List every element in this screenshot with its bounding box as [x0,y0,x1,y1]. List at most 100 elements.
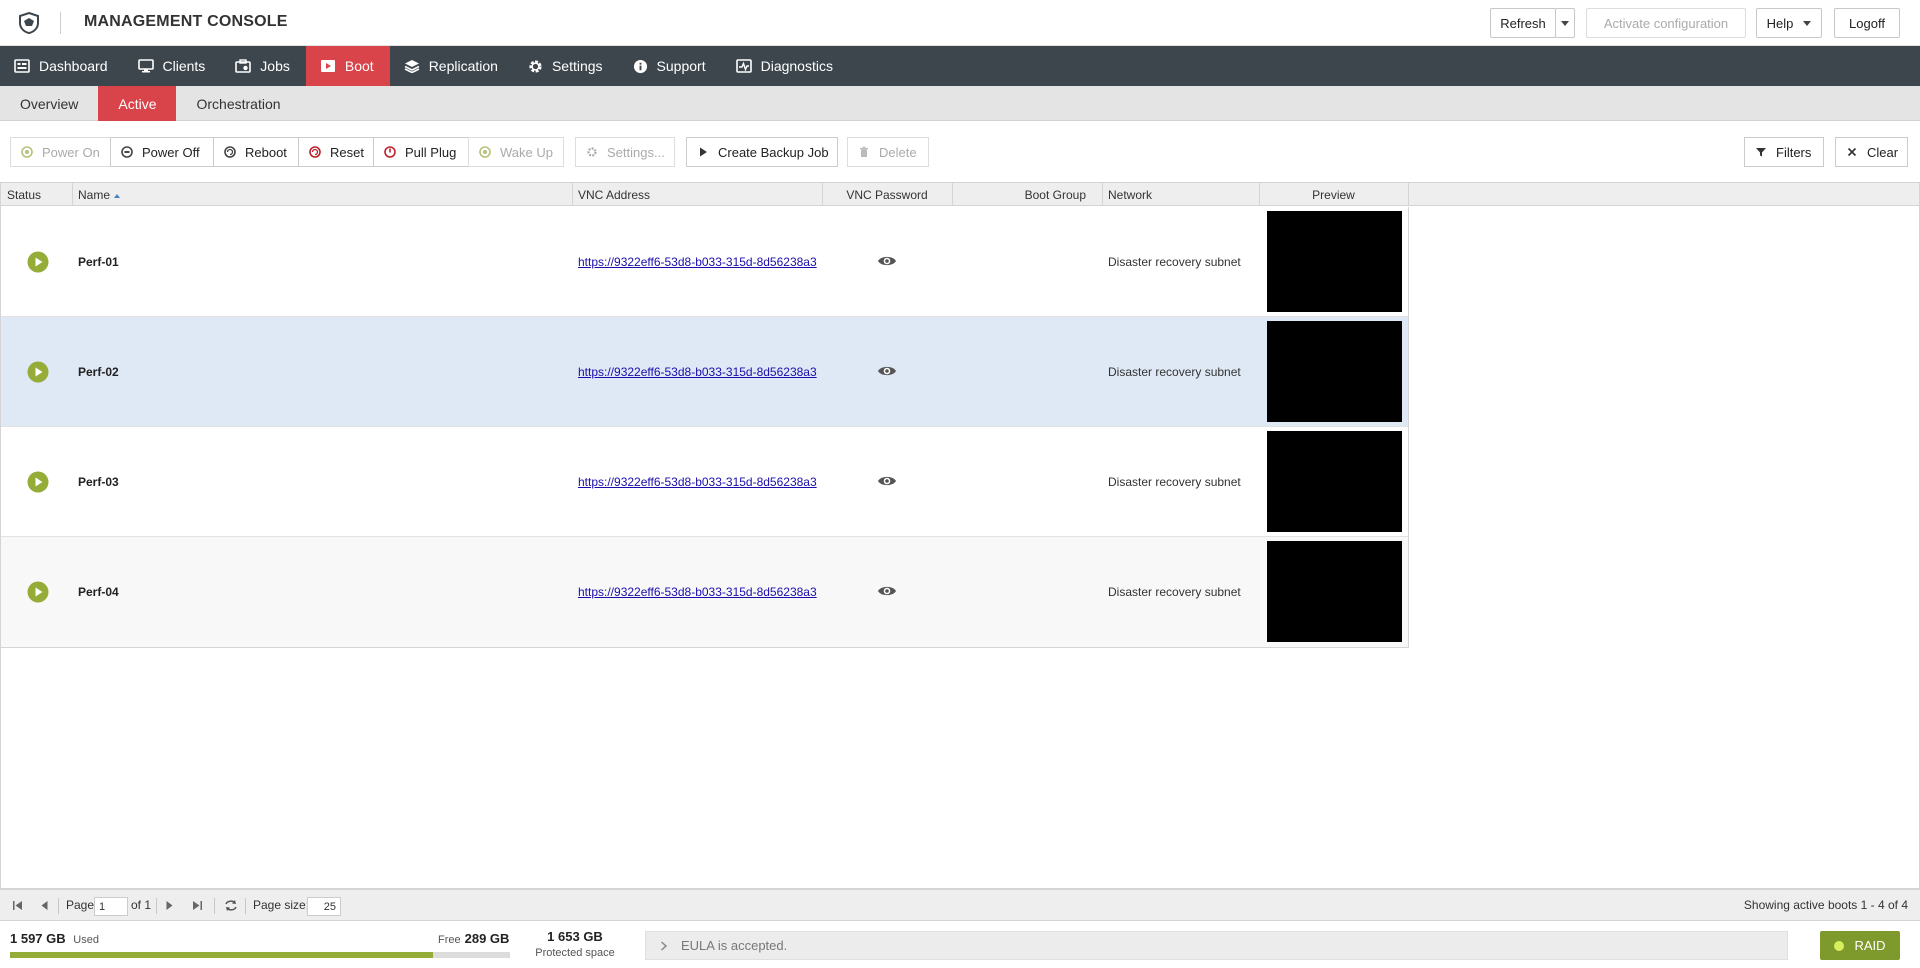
column-header-preview[interactable]: Preview [1259,183,1409,206]
table-row[interactable]: Perf-02 https://9322eff6-53d8-b033-315d-… [1,317,1408,427]
clear-button[interactable]: Clear [1835,137,1908,167]
nav-item-support[interactable]: Support [619,46,722,86]
shield-logo-icon [19,12,39,34]
column-label: Network [1108,188,1153,202]
eye-icon[interactable] [877,253,897,269]
nav-item-diagnostics[interactable]: Diagnostics [722,46,849,86]
column-header-vnc-address[interactable]: VNC Address [572,183,823,206]
storage-usage-bar [10,952,510,958]
vm-preview-thumbnail[interactable] [1267,211,1402,312]
tab-label: Active [118,95,157,112]
nav-item-settings[interactable]: Settings [514,46,619,86]
pull-plug-button[interactable]: Pull Plug [373,137,469,167]
eula-text: EULA is accepted. [681,938,788,953]
row-network: Disaster recovery subnet [1108,585,1241,599]
vnc-address-link[interactable]: https://9322eff6-53d8-b033-315d-8d56238a… [578,365,818,379]
chevron-down-icon [1561,20,1569,26]
protected-space: 1 653 GB Protected space [520,929,630,959]
boot-icon [320,60,335,72]
plug-icon [384,146,396,158]
first-page-icon[interactable] [12,900,23,911]
protected-space-value: 1 653 GB [547,929,603,944]
raid-status-dot-icon [1834,940,1845,951]
eula-status-bar[interactable]: EULA is accepted. [645,931,1788,960]
eye-icon[interactable] [877,473,897,489]
main-nav: Dashboard Clients Jobs Boot Replication … [0,46,1920,86]
create-backup-job-button[interactable]: Create Backup Job [686,137,838,167]
reboot-button[interactable]: Reboot [213,137,299,167]
eye-icon[interactable] [877,583,897,599]
raid-label: RAID [1854,938,1886,953]
close-icon [1847,147,1857,157]
reset-button[interactable]: Reset [298,137,374,167]
trash-icon [860,146,868,157]
table-row[interactable]: Perf-03 https://9322eff6-53d8-b033-315d-… [1,427,1408,537]
table-row[interactable]: Perf-01 https://9322eff6-53d8-b033-315d-… [1,207,1408,317]
power-on-button[interactable]: Power On [10,137,111,167]
vnc-address-link[interactable]: https://9322eff6-53d8-b033-315d-8d56238a… [578,255,818,269]
tab-overview[interactable]: Overview [0,86,98,121]
page-number-input[interactable] [94,897,128,916]
column-header-network[interactable]: Network [1102,183,1260,206]
nav-item-label: Replication [428,58,498,74]
page-label: Page [66,898,95,912]
power-off-button[interactable]: Power Off [110,137,214,167]
tab-active[interactable]: Active [98,86,177,121]
vm-preview-thumbnail[interactable] [1267,541,1402,642]
reset-label: Reset [330,144,364,160]
refresh-icon[interactable] [224,899,238,912]
previous-page-icon[interactable] [40,900,49,911]
vm-preview-thumbnail[interactable] [1267,321,1402,422]
row-network: Disaster recovery subnet [1108,255,1241,269]
nav-item-jobs[interactable]: Jobs [221,46,306,86]
used-space-label: Used [73,934,99,946]
create-backup-job-label: Create Backup Job [718,144,829,160]
tab-label: Orchestration [196,95,281,112]
help-button[interactable]: Help [1756,8,1822,38]
vnc-address-link[interactable]: https://9322eff6-53d8-b033-315d-8d56238a… [578,475,818,489]
activate-configuration-button[interactable]: Activate configuration [1586,8,1746,38]
vm-preview-thumbnail[interactable] [1267,431,1402,532]
nav-item-clients[interactable]: Clients [124,46,222,86]
filters-button[interactable]: Filters [1744,137,1824,167]
page-size-input[interactable] [307,897,341,916]
raid-status-button[interactable]: RAID [1820,931,1900,960]
nav-item-boot[interactable]: Boot [305,46,390,86]
nav-item-label: Clients [162,58,206,74]
nav-item-label: Support [656,58,706,74]
tab-orchestration[interactable]: Orchestration [176,86,300,121]
nav-item-dashboard[interactable]: Dashboard [0,46,124,86]
power-off-label: Power Off [142,144,200,160]
delete-button[interactable]: Delete [847,137,929,167]
pager: Page of 1 Page size: Showing active boot… [0,889,1920,921]
table-row[interactable]: Perf-04 https://9322eff6-53d8-b033-315d-… [1,537,1408,647]
last-page-icon[interactable] [192,900,203,911]
column-header-vnc-password[interactable]: VNC Password [822,183,953,206]
column-header-name[interactable]: Name [72,183,573,206]
row-name: Perf-03 [78,475,119,489]
vnc-address-link[interactable]: https://9322eff6-53d8-b033-315d-8d56238a… [578,585,818,599]
row-name: Perf-02 [78,365,119,379]
wake-up-button[interactable]: Wake Up [468,137,564,167]
reboot-icon [224,146,236,158]
grid-body: Perf-01 https://9322eff6-53d8-b033-315d-… [1,207,1409,648]
active-boots-grid: Status Name VNC Address VNC Password Boo… [0,182,1920,889]
refresh-dropdown-button[interactable] [1555,8,1575,38]
refresh-button[interactable]: Refresh [1490,8,1556,38]
next-page-icon[interactable] [165,900,174,911]
app-title: MANAGEMENT CONSOLE [84,13,288,30]
logoff-button[interactable]: Logoff [1834,8,1900,38]
column-header-status[interactable]: Status [1,183,73,206]
eye-icon[interactable] [877,363,897,379]
page-count-label: of 1 [131,898,152,912]
grid-header: Status Name VNC Address VNC Password Boo… [1,183,1919,206]
settings-label: Settings... [607,144,665,160]
filter-icon [1756,148,1766,157]
row-name: Perf-04 [78,585,119,599]
settings-button[interactable]: Settings... [575,137,675,167]
pager-divider [214,898,215,914]
column-label: Status [7,188,42,202]
column-header-boot-group[interactable]: Boot Group [952,183,1103,206]
nav-item-replication[interactable]: Replication [390,46,514,86]
power-off-icon [121,146,133,158]
